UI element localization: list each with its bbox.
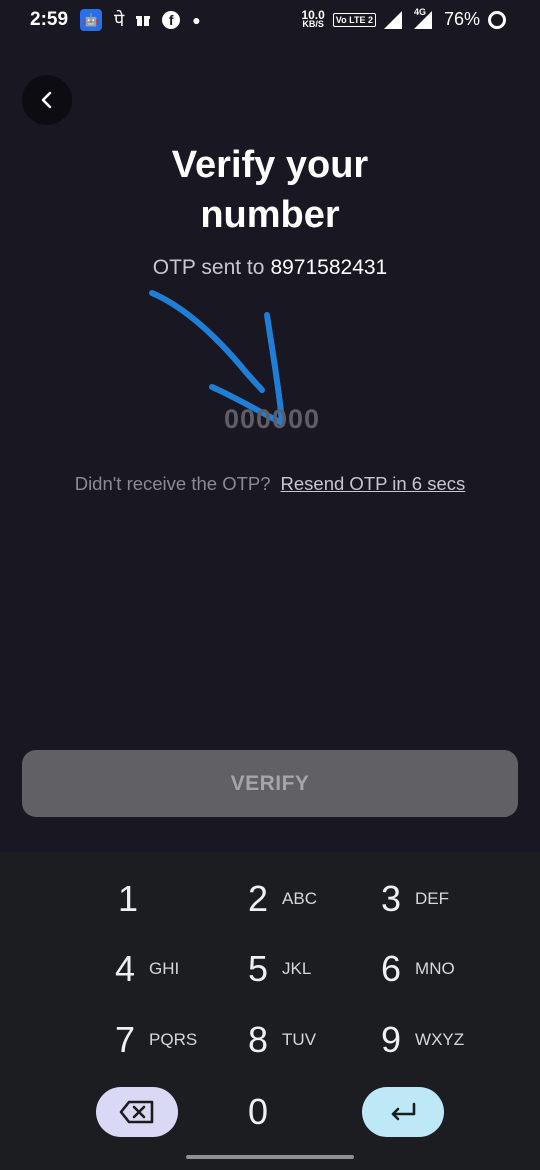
home-indicator[interactable]	[186, 1155, 354, 1159]
status-bar: 2:59 🤖 पे f ● 10.0 KB/S Vo LTE 2 4G 76%	[0, 0, 540, 40]
key-digit: 3	[381, 878, 402, 919]
key-4[interactable]: 4 GHI	[115, 939, 245, 999]
more-notifications-dot-icon: ●	[192, 12, 201, 28]
numeric-keypad: 1 2 ABC 3 DEF 4 GHI 5 JKL 6 MNO 7 PQRS 8…	[0, 852, 540, 1170]
backspace-key[interactable]	[96, 1087, 178, 1137]
key-letters: WXYZ	[415, 1030, 465, 1049]
network-speed-unit: KB/S	[302, 18, 324, 29]
key-6[interactable]: 6 MNO	[381, 939, 511, 999]
battery-icon	[488, 10, 506, 29]
key-digit: 9	[381, 1019, 402, 1060]
key-digit: 4	[115, 948, 136, 989]
key-5[interactable]: 5 JKL	[248, 939, 378, 999]
android-app-icon: 🤖	[80, 9, 103, 31]
key-digit: 2	[248, 878, 269, 919]
phonepe-notification-icon: पे	[114, 10, 125, 30]
key-letters: DEF	[415, 889, 450, 908]
facebook-icon: f	[162, 11, 181, 29]
key-9[interactable]: 9 WXYZ	[381, 1010, 511, 1070]
key-letters: MNO	[415, 959, 455, 978]
chevron-left-icon	[41, 91, 52, 109]
key-0[interactable]: 0	[248, 1082, 378, 1142]
key-8[interactable]: 8 TUV	[248, 1010, 378, 1070]
volte-icon: Vo LTE 2	[332, 12, 376, 27]
key-7[interactable]: 7 PQRS	[115, 1010, 245, 1070]
key-letters: GHI	[149, 959, 180, 978]
network-speed: 10.0 KB/S	[301, 9, 324, 29]
key-digit: 7	[115, 1019, 136, 1060]
key-digit: 5	[248, 948, 269, 989]
page-title: Verify your number	[0, 140, 540, 240]
otp-sent-info: OTP sent to 8971582431	[0, 256, 540, 280]
key-digit: 1	[118, 878, 139, 919]
gift-notification-icon	[136, 13, 151, 27]
key-letters: PQRS	[149, 1030, 198, 1049]
key-digit: 6	[381, 948, 402, 989]
otp-input[interactable]	[170, 400, 374, 438]
resend-row: Didn't receive the OTP? Resend OTP in 6 s…	[0, 473, 540, 495]
network-type-label: 4G	[413, 6, 426, 17]
page-title-line2: number	[200, 194, 340, 236]
signal-4g-icon: 4G	[413, 7, 436, 29]
resend-question: Didn't receive the OTP?	[74, 473, 271, 494]
key-2[interactable]: 2 ABC	[248, 869, 378, 929]
backspace-icon	[119, 1100, 154, 1124]
resend-otp-link[interactable]: Resend OTP in 6 secs	[281, 473, 466, 494]
key-letters: TUV	[282, 1030, 317, 1049]
key-1[interactable]: 1	[118, 869, 248, 929]
status-time: 2:59	[30, 9, 69, 30]
page-title-line1: Verify your	[171, 144, 369, 186]
verify-button[interactable]: VERIFY	[22, 750, 518, 817]
key-digit: 8	[248, 1019, 269, 1060]
key-letters: JKL	[282, 959, 312, 978]
key-digit: 0	[248, 1091, 269, 1132]
battery-percentage: 76%	[443, 9, 480, 29]
back-button[interactable]	[22, 75, 72, 125]
enter-key[interactable]	[362, 1087, 444, 1137]
otp-sent-label: OTP sent to	[152, 256, 265, 279]
enter-arrow-icon	[391, 1102, 416, 1121]
key-letters: ABC	[282, 889, 317, 908]
signal-icon	[383, 10, 406, 29]
key-3[interactable]: 3 DEF	[381, 869, 511, 929]
phone-number: 8971582431	[270, 256, 388, 279]
